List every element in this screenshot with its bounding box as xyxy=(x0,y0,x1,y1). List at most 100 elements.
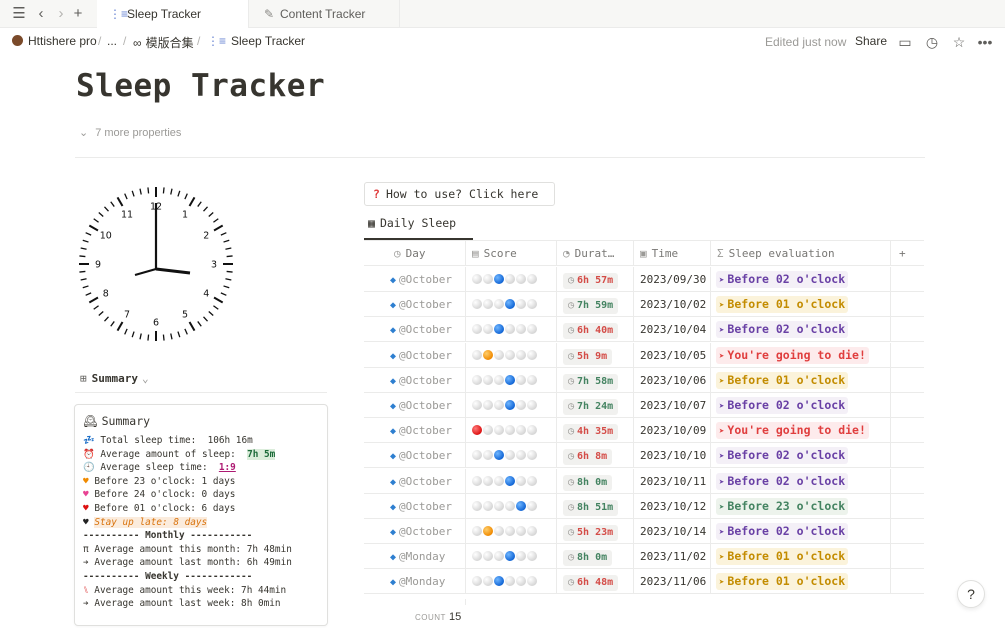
cell-sleep-evaluation[interactable]: ➤ Before 02 o'clock xyxy=(710,267,890,292)
cell-time[interactable]: 2023/10/10 xyxy=(633,443,710,469)
cell-score[interactable] xyxy=(465,418,556,444)
cell-sleep-evaluation[interactable]: ➤ Before 01 o'clock xyxy=(710,367,890,393)
cell-day[interactable]: ◆ @October xyxy=(364,393,465,418)
cell-score[interactable] xyxy=(465,519,556,544)
breadcrumb-parent[interactable]: ∞ 模版合集 xyxy=(133,34,194,51)
cell-day[interactable]: ◆ @October xyxy=(364,317,465,342)
breadcrumb-current[interactable]: ⋮≡ Sleep Tracker xyxy=(207,34,305,48)
cell-sleep-evaluation[interactable]: ➤ You're going to die! xyxy=(710,418,890,444)
cell-day[interactable]: ◆ @October xyxy=(364,267,465,292)
table-row[interactable]: ◆ @October ◷ 6h 57m 2023/09/30 ➤ Before 02 o'c… xyxy=(364,267,924,292)
cell-duration[interactable]: ◷ 4h 35m xyxy=(556,418,633,444)
more-icon[interactable]: ••• xyxy=(976,32,994,52)
cell-duration[interactable]: ◷ 7h 59m xyxy=(556,292,633,318)
cell-score[interactable] xyxy=(465,342,556,368)
cell-score[interactable] xyxy=(465,317,556,343)
cell-time[interactable]: 2023/10/12 xyxy=(633,493,710,519)
table-row[interactable]: ◆ @October ◷ 4h 35m 2023/10/09 ➤ You're going … xyxy=(364,418,924,444)
cell-time[interactable]: 2023/10/06 xyxy=(633,367,710,393)
help-button[interactable]: ? xyxy=(957,580,985,608)
cell-sleep-evaluation[interactable]: ➤ Before 02 o'clock xyxy=(710,443,890,469)
cell-sleep-evaluation[interactable]: ➤ Before 01 o'clock xyxy=(710,569,890,595)
cell-day[interactable]: ◆ @October xyxy=(364,418,465,443)
tab-content-tracker[interactable]: ✎ Content Tracker xyxy=(250,0,400,28)
cell-score[interactable] xyxy=(465,393,556,418)
cell-score[interactable] xyxy=(465,569,556,595)
new-tab-icon[interactable]: + xyxy=(68,4,88,24)
table-row[interactable]: ◆ @Monday ◷ 6h 48m 2023/11/06 ➤ Before 01 o'cl… xyxy=(364,569,924,595)
cell-score[interactable] xyxy=(465,267,556,292)
cell-score[interactable] xyxy=(465,367,556,393)
table-row[interactable]: ◆ @October ◷ 6h 8m 2023/10/10 ➤ Before 02 o'cl… xyxy=(364,443,924,469)
column-header-time[interactable]: ▣ Time xyxy=(633,241,710,266)
add-column-button[interactable]: + xyxy=(890,241,924,266)
cell-score[interactable] xyxy=(465,493,556,519)
table-row[interactable]: ◆ @Monday ◷ 8h 0m 2023/11/02 ➤ Before 01 o'clo… xyxy=(364,544,924,570)
cell-day[interactable]: ◆ @October xyxy=(364,343,465,368)
back-arrow-icon[interactable]: ‹ xyxy=(31,4,51,24)
cell-day[interactable]: ◆ @October xyxy=(364,469,465,494)
table-row[interactable]: ◆ @October ◷ 7h 59m 2023/10/02 ➤ Before 01 o'c… xyxy=(364,292,924,318)
summary-card[interactable]: 🕰 Summary 💤 Total sleep time: 106h 16m ⏰ A… xyxy=(74,404,328,626)
cell-duration[interactable]: ◷ 6h 8m xyxy=(556,443,633,469)
how-to-use-button[interactable]: ? How to use? Click here xyxy=(364,182,555,206)
cell-score[interactable] xyxy=(465,292,556,318)
column-header-duration[interactable]: ◔ Durat… xyxy=(556,241,633,266)
cell-duration[interactable]: ◷ 6h 48m xyxy=(556,569,633,595)
cell-duration[interactable]: ◷ 6h 57m xyxy=(556,267,633,292)
cell-time[interactable]: 2023/11/06 xyxy=(633,569,710,595)
cell-time[interactable]: 2023/09/30 xyxy=(633,267,710,292)
cell-sleep-evaluation[interactable]: ➤ Before 02 o'clock xyxy=(710,317,890,343)
cell-day[interactable]: ◆ @Monday xyxy=(364,569,465,594)
cell-day[interactable]: ◆ @October xyxy=(364,292,465,317)
cell-day[interactable]: ◆ @October xyxy=(364,368,465,393)
cell-sleep-evaluation[interactable]: ➤ Before 02 o'clock xyxy=(710,393,890,418)
cell-duration[interactable]: ◷ 8h 0m xyxy=(556,468,633,494)
cell-time[interactable]: 2023/10/14 xyxy=(633,519,710,544)
breadcrumb-workspace[interactable]: Httishere pro xyxy=(12,34,97,48)
column-header-day[interactable]: ◷ Day xyxy=(364,241,465,266)
column-header-sleep-evaluation[interactable]: Σ Sleep evaluation xyxy=(710,241,890,266)
share-button[interactable]: Share xyxy=(855,34,887,48)
column-header-score[interactable]: ▤ Score xyxy=(465,241,556,266)
tab-sleep-tracker[interactable]: ⋮≡Sleep Tracker xyxy=(97,0,249,28)
cell-score[interactable] xyxy=(465,544,556,570)
cell-sleep-evaluation[interactable]: ➤ Before 01 o'clock xyxy=(710,292,890,318)
table-row[interactable]: ◆ @October ◷ 7h 58m 2023/10/06 ➤ Before 01 o'c… xyxy=(364,367,924,393)
cell-duration[interactable]: ◷ 7h 24m xyxy=(556,393,633,418)
more-properties-toggle[interactable]: ⌄ 7 more properties xyxy=(79,126,181,139)
cell-duration[interactable]: ◷ 8h 0m xyxy=(556,544,633,570)
table-row[interactable]: ◆ @October ◷ 5h 9m 2023/10/05 ➤ You're going t… xyxy=(364,342,924,368)
table-row[interactable]: ◆ @October ◷ 5h 23m 2023/10/14 ➤ Before 02 o'c… xyxy=(364,519,924,544)
cell-score[interactable] xyxy=(465,443,556,469)
cell-time[interactable]: 2023/10/07 xyxy=(633,393,710,418)
cell-duration[interactable]: ◷ 6h 40m xyxy=(556,317,633,343)
cell-duration[interactable]: ◷ 8h 51m xyxy=(556,493,633,519)
cell-sleep-evaluation[interactable]: ➤ Before 01 o'clock xyxy=(710,544,890,570)
cell-duration[interactable]: ◷ 5h 9m xyxy=(556,342,633,368)
cell-time[interactable]: 2023/10/02 xyxy=(633,292,710,318)
cell-day[interactable]: ◆ @October xyxy=(364,494,465,519)
cell-time[interactable]: 2023/10/05 xyxy=(633,342,710,368)
cell-sleep-evaluation[interactable]: ➤ You're going to die! xyxy=(710,342,890,368)
cell-day[interactable]: ◆ @October xyxy=(364,519,465,544)
cell-day[interactable]: ◆ @Monday xyxy=(364,544,465,569)
comment-icon[interactable]: ▭ xyxy=(896,32,914,52)
cell-time[interactable]: 2023/11/02 xyxy=(633,544,710,570)
table-row[interactable]: ◆ @October ◷ 8h 51m 2023/10/12 ➤ Before 23 o'c… xyxy=(364,493,924,519)
summary-view-tab[interactable]: ⊞ Summary ⌄ xyxy=(80,372,149,385)
cell-sleep-evaluation[interactable]: ➤ Before 02 o'clock xyxy=(710,468,890,494)
view-tab-daily-sleep[interactable]: ▦ Daily Sleep xyxy=(368,216,456,230)
cell-day[interactable]: ◆ @October xyxy=(364,443,465,468)
menu-icon[interactable]: ☰ xyxy=(9,4,29,24)
cell-time[interactable]: 2023/10/04 xyxy=(633,317,710,343)
history-icon[interactable]: ◷ xyxy=(923,32,941,52)
cell-time[interactable]: 2023/10/11 xyxy=(633,468,710,494)
breadcrumb-ellipsis[interactable]: ... xyxy=(107,34,117,48)
cell-sleep-evaluation[interactable]: ➤ Before 23 o'clock xyxy=(710,493,890,519)
cell-time[interactable]: 2023/10/09 xyxy=(633,418,710,444)
table-row[interactable]: ◆ @October ◷ 6h 40m 2023/10/04 ➤ Before 02 o'c… xyxy=(364,317,924,343)
cell-score[interactable] xyxy=(465,468,556,494)
table-row[interactable]: ◆ @October ◷ 7h 24m 2023/10/07 ➤ Before 02 o'c… xyxy=(364,393,924,418)
count-footer[interactable]: COUNT 15 xyxy=(415,611,461,623)
